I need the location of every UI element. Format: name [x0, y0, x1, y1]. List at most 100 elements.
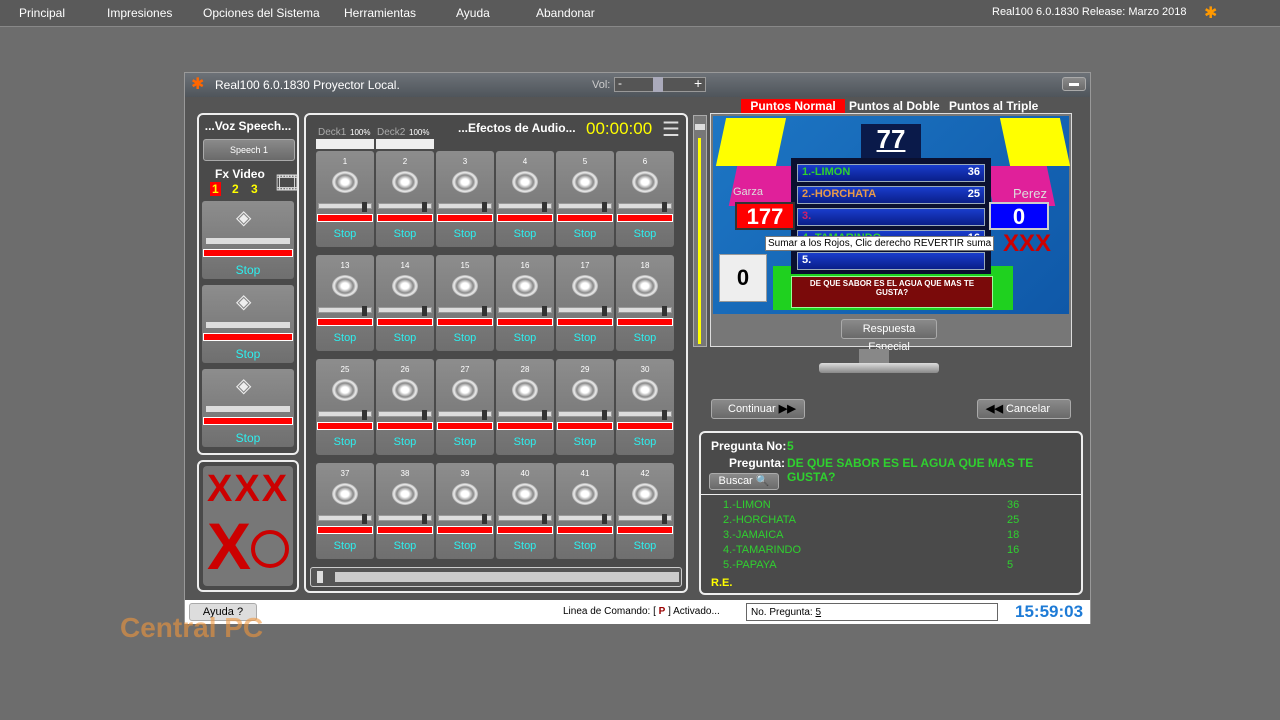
video-pad[interactable]: ◈ Stop [202, 285, 294, 363]
fx-video-1[interactable]: 1 [210, 182, 221, 196]
speech-1-button[interactable]: Speech 1 [203, 139, 295, 161]
audio-pad[interactable]: 2 Stop [376, 151, 434, 247]
pad-volume-slider[interactable] [378, 410, 432, 420]
pad-stop-button[interactable]: Stop [556, 436, 614, 448]
seek-thumb[interactable] [317, 571, 323, 583]
audio-pad[interactable]: 26 Stop [376, 359, 434, 455]
audio-pad[interactable]: 1 Stop [316, 151, 374, 247]
tab-puntos-normal[interactable]: Puntos Normal [741, 99, 845, 113]
audio-pad[interactable]: 15 Stop [436, 255, 494, 351]
menu-abandonar[interactable]: Abandonar [536, 6, 595, 20]
single-strike-button[interactable]: X [207, 508, 251, 584]
board-answer-row[interactable]: 2.-HORCHATA 25 [797, 186, 985, 204]
pad-volume-slider[interactable] [618, 306, 672, 316]
minimize-button[interactable]: ▬ [1062, 77, 1086, 91]
pad-stop-button[interactable]: Stop [436, 228, 494, 240]
pad-stop-button[interactable]: Stop [376, 228, 434, 240]
fx-video-2[interactable]: 2 [232, 182, 239, 196]
pad-stop-button[interactable]: Stop [436, 436, 494, 448]
menu-opciones[interactable]: Opciones del Sistema [203, 6, 320, 20]
video-stop-button[interactable]: Stop [202, 347, 294, 361]
pad-stop-button[interactable]: Stop [616, 332, 674, 344]
video-file-icon[interactable]: 🎞 [273, 170, 301, 196]
audio-pad[interactable]: 6 Stop [616, 151, 674, 247]
pad-volume-slider[interactable] [438, 202, 492, 212]
pad-volume-slider[interactable] [318, 306, 372, 316]
pad-volume-slider[interactable] [438, 306, 492, 316]
audio-seek-bar[interactable] [310, 567, 682, 587]
audio-pad[interactable]: 27 Stop [436, 359, 494, 455]
video-slider[interactable] [206, 406, 290, 412]
tab-puntos-triple[interactable]: Puntos al Triple [949, 99, 1038, 113]
pad-volume-slider[interactable] [618, 202, 672, 212]
pad-stop-button[interactable]: Stop [556, 228, 614, 240]
menu-impresiones[interactable]: Impresiones [107, 6, 172, 20]
pad-stop-button[interactable]: Stop [496, 332, 554, 344]
board-answer-row[interactable]: 3. [797, 208, 985, 226]
pad-stop-button[interactable]: Stop [556, 332, 614, 344]
video-stop-button[interactable]: Stop [202, 431, 294, 445]
pad-volume-slider[interactable] [318, 202, 372, 212]
pad-stop-button[interactable]: Stop [316, 228, 374, 240]
board-answer-row[interactable]: 5. [797, 252, 985, 270]
pad-stop-button[interactable]: Stop [376, 332, 434, 344]
pad-volume-slider[interactable] [498, 514, 552, 524]
pad-stop-button[interactable]: Stop [316, 332, 374, 344]
audio-pad[interactable]: 25 Stop [316, 359, 374, 455]
video-slider[interactable] [206, 322, 290, 328]
pad-volume-slider[interactable] [558, 410, 612, 420]
pad-volume-slider[interactable] [558, 514, 612, 524]
pad-stop-button[interactable]: Stop [316, 540, 374, 552]
pad-volume-slider[interactable] [318, 410, 372, 420]
audio-pad[interactable]: 29 Stop [556, 359, 614, 455]
team-left-score[interactable]: 177 [735, 202, 795, 230]
volume-slider[interactable]: - + [614, 75, 706, 92]
pad-stop-button[interactable]: Stop [496, 540, 554, 552]
pad-volume-slider[interactable] [318, 514, 372, 524]
fx-video-3[interactable]: 3 [251, 182, 258, 196]
pad-stop-button[interactable]: Stop [616, 228, 674, 240]
pad-volume-slider[interactable] [438, 514, 492, 524]
deck1-slider[interactable] [316, 139, 374, 149]
pad-stop-button[interactable]: Stop [616, 436, 674, 448]
menu-ayuda[interactable]: Ayuda [456, 6, 490, 20]
audio-pad[interactable]: 37 Stop [316, 463, 374, 559]
audio-pad[interactable]: 38 Stop [376, 463, 434, 559]
deck2-slider[interactable] [376, 139, 434, 149]
continue-button[interactable]: Continuar ▶▶ [711, 399, 805, 419]
audio-pad[interactable]: 13 Stop [316, 255, 374, 351]
pad-stop-button[interactable]: Stop [376, 436, 434, 448]
video-stop-button[interactable]: Stop [202, 263, 294, 277]
audio-pad[interactable]: 3 Stop [436, 151, 494, 247]
pad-stop-button[interactable]: Stop [316, 436, 374, 448]
audio-pad[interactable]: 4 Stop [496, 151, 554, 247]
tab-puntos-doble[interactable]: Puntos al Doble [849, 99, 940, 113]
pad-stop-button[interactable]: Stop [436, 540, 494, 552]
pad-volume-slider[interactable] [498, 306, 552, 316]
menu-principal[interactable]: Principal [19, 6, 65, 20]
pad-stop-button[interactable]: Stop [436, 332, 494, 344]
pad-stop-button[interactable]: Stop [496, 436, 554, 448]
search-button[interactable]: Buscar 🔍 [709, 473, 779, 490]
vol-minus[interactable]: - [618, 76, 622, 90]
video-slider[interactable] [206, 238, 290, 244]
pad-volume-slider[interactable] [498, 410, 552, 420]
pad-stop-button[interactable]: Stop [376, 540, 434, 552]
team-right-score[interactable]: 0 [989, 202, 1049, 230]
pad-volume-slider[interactable] [558, 202, 612, 212]
volume-thumb[interactable] [653, 77, 663, 92]
audio-pad[interactable]: 18 Stop [616, 255, 674, 351]
audio-pad[interactable]: 41 Stop [556, 463, 614, 559]
pad-stop-button[interactable]: Stop [616, 540, 674, 552]
pad-volume-slider[interactable] [558, 306, 612, 316]
audio-pad[interactable]: 14 Stop [376, 255, 434, 351]
audio-pad[interactable]: 40 Stop [496, 463, 554, 559]
audio-pad[interactable]: 42 Stop [616, 463, 674, 559]
pad-volume-slider[interactable] [378, 306, 432, 316]
no-strike-icon[interactable] [251, 530, 289, 568]
pad-stop-button[interactable]: Stop [556, 540, 614, 552]
triple-strike-button[interactable]: XXX [207, 468, 289, 511]
special-answer-button[interactable]: Respuesta Especial [841, 319, 937, 353]
menu-herramientas[interactable]: Herramientas [344, 6, 416, 20]
audio-pad[interactable]: 30 Stop [616, 359, 674, 455]
